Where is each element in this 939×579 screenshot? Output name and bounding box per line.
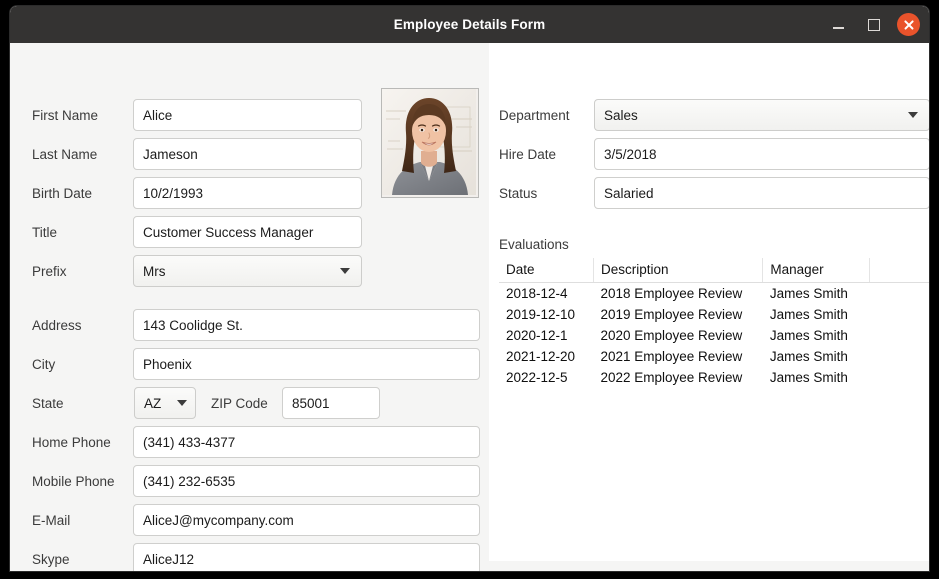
employee-details-window: Employee Details Form First Name Alice L… (10, 6, 929, 571)
label-home-phone: Home Phone (32, 435, 111, 450)
input-last-name[interactable]: Jameson (133, 138, 362, 170)
evaluations-table: Date Description Manager 2018-12-4 2018 … (499, 258, 929, 388)
cell-description: 2018 Employee Review (600, 286, 743, 301)
label-first-name: First Name (32, 108, 99, 123)
column-header-manager[interactable]: Manager (762, 258, 871, 283)
label-birth-date: Birth Date (32, 186, 93, 201)
cell-description: 2021 Employee Review (600, 349, 743, 364)
cell-blank (870, 325, 929, 346)
combo-department[interactable]: Sales (594, 99, 929, 131)
form-body: First Name Alice Last Name Jameson Birth… (10, 43, 929, 571)
input-title[interactable]: Customer Success Manager (133, 216, 362, 248)
chevron-down-icon (340, 268, 350, 274)
table-row[interactable]: 2018-12-4 2018 Employee Review James Smi… (499, 283, 929, 305)
window-controls (827, 6, 920, 43)
label-prefix: Prefix (32, 264, 67, 279)
cell-blank (870, 304, 929, 325)
cell-blank (870, 346, 929, 367)
close-button[interactable] (897, 13, 920, 36)
input-birth-date[interactable]: 10/2/1993 (133, 177, 362, 209)
label-department: Department (499, 108, 570, 123)
cell-manager: James Smith (769, 370, 848, 385)
titlebar: Employee Details Form (10, 6, 929, 43)
label-address: Address (32, 318, 82, 333)
cell-description: 2020 Employee Review (600, 328, 743, 343)
cell-date: 2021-12-20 (506, 349, 576, 364)
cell-manager: James Smith (769, 307, 848, 322)
label-status: Status (499, 186, 538, 201)
table-row[interactable]: 2022-12-5 2022 Employee Review James Smi… (499, 367, 929, 388)
input-email[interactable]: AliceJ@mycompany.com (133, 504, 480, 536)
label-zip-code: ZIP Code (211, 396, 268, 411)
input-skype[interactable]: AliceJ12 (133, 543, 480, 571)
label-email: E-Mail (32, 513, 71, 528)
input-city[interactable]: Phoenix (133, 348, 480, 380)
label-last-name: Last Name (32, 147, 98, 162)
label-skype: Skype (32, 552, 70, 567)
combo-prefix-value: Mrs (143, 263, 166, 279)
employee-photo (381, 88, 479, 198)
cell-date: 2018-12-4 (506, 286, 568, 301)
cell-date: 2019-12-10 (506, 307, 576, 322)
evaluations-body: 2018-12-4 2018 Employee Review James Smi… (499, 283, 929, 389)
label-mobile-phone: Mobile Phone (32, 474, 115, 489)
input-status[interactable]: Salaried (594, 177, 929, 209)
column-header-description[interactable]: Description (593, 258, 764, 283)
table-row[interactable]: 2019-12-10 2019 Employee Review James Sm… (499, 304, 929, 325)
input-home-phone[interactable]: (341) 433-4377 (133, 426, 480, 458)
cell-manager: James Smith (769, 328, 848, 343)
label-title: Title (32, 225, 58, 240)
combo-state-value: AZ (144, 395, 162, 411)
cell-manager: James Smith (769, 349, 848, 364)
input-address[interactable]: 143 Coolidge St. (133, 309, 480, 341)
chevron-down-icon (908, 112, 918, 118)
minimize-icon (833, 27, 844, 29)
combo-prefix[interactable]: Mrs (133, 255, 362, 287)
cell-manager: James Smith (769, 286, 848, 301)
cell-blank (870, 283, 929, 305)
maximize-button[interactable] (862, 13, 885, 36)
combo-state[interactable]: AZ (134, 387, 196, 419)
minimize-button[interactable] (827, 13, 850, 36)
combo-department-value: Sales (604, 107, 638, 123)
cell-description: 2022 Employee Review (600, 370, 743, 385)
cell-date: 2022-12-5 (506, 370, 568, 385)
maximize-icon (867, 18, 880, 31)
input-zip-code[interactable]: 85001 (282, 387, 380, 419)
column-header-date[interactable]: Date (499, 258, 594, 283)
chevron-down-icon (177, 400, 187, 406)
table-row[interactable]: 2020-12-1 2020 Employee Review James Smi… (499, 325, 929, 346)
table-header-row: Date Description Manager (499, 258, 929, 283)
label-state: State (32, 396, 64, 411)
evaluations-title: Evaluations (499, 237, 569, 252)
column-header-blank[interactable] (869, 258, 929, 283)
label-city: City (32, 357, 56, 372)
label-hire-date: Hire Date (499, 147, 557, 162)
input-mobile-phone[interactable]: (341) 232-6535 (133, 465, 480, 497)
table-row[interactable]: 2021-12-20 2021 Employee Review James Sm… (499, 346, 929, 367)
input-hire-date[interactable]: 3/5/2018 (594, 138, 929, 170)
cell-date: 2020-12-1 (506, 328, 568, 343)
evaluations-header: Date Description Manager (499, 258, 929, 283)
input-first-name[interactable]: Alice (133, 99, 362, 131)
window-title: Employee Details Form (393, 17, 546, 32)
cell-description: 2019 Employee Review (600, 307, 743, 322)
cell-blank (870, 367, 929, 388)
